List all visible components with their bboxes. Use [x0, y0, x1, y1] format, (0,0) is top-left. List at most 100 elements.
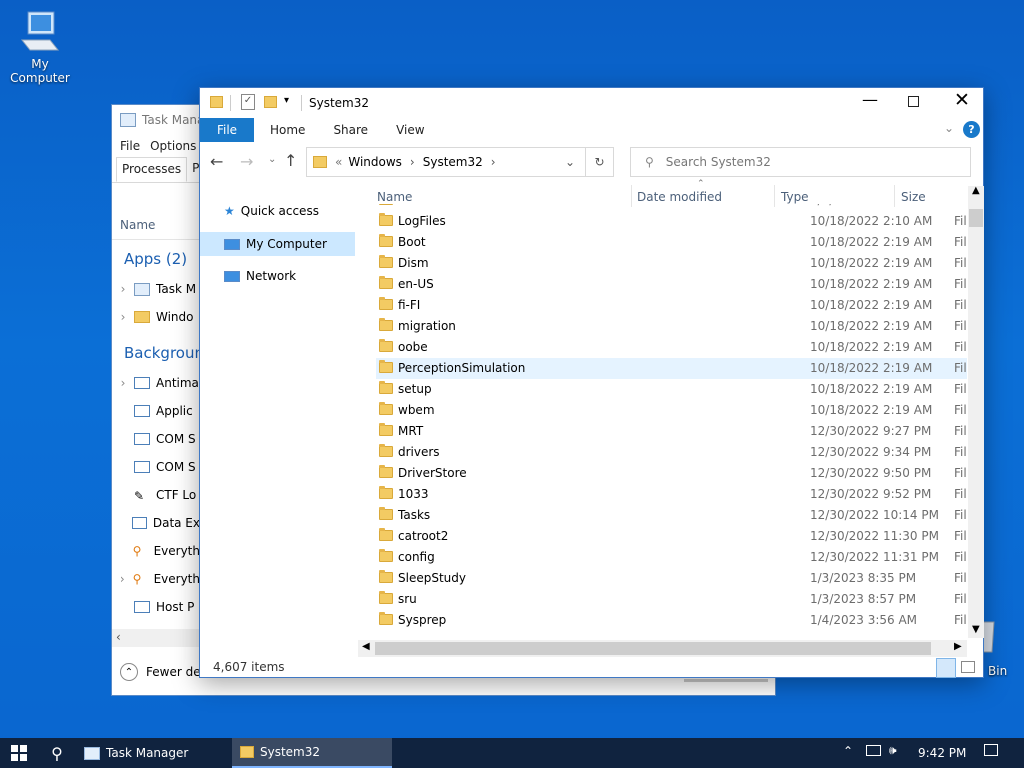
- process-row[interactable]: › ⚲ Everyth: [112, 565, 200, 593]
- file-row[interactable]: drivers 12/30/2022 9:34 PM File folder: [376, 442, 967, 463]
- volume-icon[interactable]: 🕪: [889, 743, 897, 758]
- column-header-name[interactable]: Name: [377, 190, 412, 204]
- breadcrumb-system32[interactable]: System32: [423, 155, 483, 169]
- file-row[interactable]: DriverStore 12/30/2022 9:50 PM File folder: [376, 463, 967, 484]
- forward-button[interactable]: →: [240, 152, 253, 171]
- ribbon-tab-home[interactable]: Home: [254, 118, 319, 142]
- file-row[interactable]: WinBioDatabase 5/2/2022 6:15 PM File folde…: [376, 204, 967, 211]
- help-icon[interactable]: ?: [963, 121, 980, 138]
- process-row[interactable]: Data Ex: [112, 509, 200, 537]
- vertical-scrollbar[interactable]: ▲ ▼: [968, 185, 984, 638]
- menu-file[interactable]: File: [120, 139, 140, 153]
- process-row[interactable]: ✎ CTF Lo: [112, 481, 200, 509]
- tab-processes[interactable]: Processes: [116, 157, 188, 182]
- file-row[interactable]: sru 1/3/2023 8:57 PM File folder: [376, 589, 967, 610]
- file-row[interactable]: en-US 10/18/2022 2:19 AM File folder: [376, 274, 967, 295]
- scroll-left-icon[interactable]: ◀: [362, 641, 370, 652]
- scroll-right-icon[interactable]: ▶: [954, 641, 962, 652]
- file-row[interactable]: Boot 10/18/2022 2:19 AM File folder: [376, 232, 967, 253]
- chevron-right-icon[interactable]: ›: [112, 572, 133, 586]
- process-row[interactable]: › Windo: [112, 303, 200, 331]
- file-row[interactable]: PerceptionSimulation 10/18/2022 2:19 AM Fi…: [376, 358, 967, 379]
- file-row[interactable]: oobe 10/18/2022 2:19 AM File folder: [376, 337, 967, 358]
- start-button[interactable]: [0, 738, 38, 768]
- maximize-button[interactable]: [908, 96, 919, 107]
- column-header-size[interactable]: Size: [901, 190, 926, 204]
- file-date-modified: 12/30/2022 9:50 PM: [810, 466, 932, 480]
- address-overflow[interactable]: «: [335, 155, 342, 169]
- search-input[interactable]: Search System32: [666, 155, 771, 169]
- notifications-icon[interactable]: [984, 744, 998, 756]
- taskbar-app-task-manager[interactable]: Task Manager: [76, 738, 232, 768]
- explorer-window[interactable]: ✓ ▾ System32 — ✕ File Home Share View ⌄ …: [199, 87, 984, 678]
- process-row[interactable]: COM S: [112, 425, 200, 453]
- scroll-up-icon[interactable]: ▲: [972, 185, 980, 196]
- nav-my-computer[interactable]: My Computer: [200, 232, 355, 256]
- ribbon-tab-view[interactable]: View: [382, 118, 438, 142]
- file-row[interactable]: SleepStudy 1/3/2023 8:35 PM File folder: [376, 568, 967, 589]
- show-hidden-icons-button[interactable]: ⌃: [843, 744, 853, 758]
- file-row[interactable]: Tasks 12/30/2022 10:14 PM File folder: [376, 505, 967, 526]
- nav-network[interactable]: Network: [200, 264, 355, 288]
- file-row[interactable]: Dism 10/18/2022 2:19 AM File folder: [376, 253, 967, 274]
- nav-quick-access[interactable]: ★ Quick access: [200, 199, 355, 223]
- file-type: File folder: [954, 277, 967, 291]
- process-row[interactable]: Host P: [112, 593, 200, 621]
- file-row[interactable]: setup 10/18/2022 2:19 AM File folder: [376, 379, 967, 400]
- process-row[interactable]: ⚲ Everyth: [112, 537, 200, 565]
- file-row[interactable]: wbem 10/18/2022 2:19 AM File folder: [376, 400, 967, 421]
- back-button[interactable]: ←: [210, 152, 223, 171]
- fewer-details-button[interactable]: ⌃ Fewer det: [120, 663, 205, 681]
- file-row[interactable]: fi-FI 10/18/2022 2:19 AM File folder: [376, 295, 967, 316]
- close-button[interactable]: ✕: [950, 89, 974, 111]
- ribbon-tab-share[interactable]: Share: [319, 118, 382, 142]
- chevron-right-icon[interactable]: ›: [112, 310, 134, 324]
- horizontal-scrollbar[interactable]: ‹: [112, 629, 200, 647]
- properties-icon[interactable]: ✓: [241, 94, 255, 110]
- expand-ribbon-icon[interactable]: ⌄: [944, 121, 954, 135]
- process-row[interactable]: Applic: [112, 397, 200, 425]
- scroll-thumb[interactable]: [375, 642, 931, 655]
- menu-options[interactable]: Options: [150, 139, 196, 153]
- address-dropdown-icon[interactable]: ⌄: [565, 155, 575, 169]
- search-button[interactable]: ⚲: [38, 738, 76, 768]
- file-row[interactable]: catroot2 12/30/2022 11:30 PM File folder: [376, 526, 967, 547]
- minimize-button[interactable]: —: [858, 90, 882, 109]
- large-icons-view-button[interactable]: [961, 661, 975, 673]
- ribbon-tab-file[interactable]: File: [200, 118, 254, 142]
- column-header-name[interactable]: Name: [120, 218, 155, 232]
- file-row[interactable]: config 12/30/2022 11:31 PM File folder: [376, 547, 967, 568]
- file-row[interactable]: 1033 12/30/2022 9:52 PM File folder: [376, 484, 967, 505]
- computer-icon: [20, 11, 60, 51]
- scroll-thumb[interactable]: [969, 209, 983, 227]
- desktop-icon-my-computer[interactable]: My Computer: [0, 10, 80, 85]
- details-view-button[interactable]: [936, 658, 956, 678]
- new-folder-icon[interactable]: [264, 96, 277, 108]
- taskbar-app-system32[interactable]: System32: [232, 738, 392, 768]
- column-header-type[interactable]: Type: [781, 190, 809, 204]
- scroll-down-icon[interactable]: ▼: [972, 624, 980, 635]
- process-row[interactable]: › Task M: [112, 275, 200, 303]
- file-row[interactable]: LogFiles 10/18/2022 2:10 AM File folder: [376, 211, 967, 232]
- address-bar[interactable]: « Windows › System32 › ⌄ ↻: [306, 147, 614, 177]
- breadcrumb-windows[interactable]: Windows: [348, 155, 402, 169]
- column-header-date[interactable]: Date modified: [637, 190, 722, 204]
- chevron-right-icon[interactable]: ›: [112, 376, 134, 390]
- process-row[interactable]: COM S: [112, 453, 200, 481]
- process-row[interactable]: › Antima: [112, 369, 200, 397]
- titlebar[interactable]: ✓ ▾ System32 — ✕: [200, 88, 983, 118]
- recent-locations-icon[interactable]: ⌄: [268, 154, 276, 165]
- customize-qat-icon[interactable]: ▾: [284, 95, 289, 106]
- scroll-left-icon[interactable]: ‹: [116, 630, 121, 644]
- up-button[interactable]: ↑: [284, 151, 297, 170]
- file-row[interactable]: Sysprep 1/4/2023 3:56 AM File folder: [376, 610, 967, 631]
- folder-icon: [210, 96, 223, 108]
- clock[interactable]: 9:42 PM: [918, 746, 966, 760]
- refresh-button[interactable]: ↻: [585, 148, 613, 176]
- file-row[interactable]: MRT 12/30/2022 9:27 PM File folder: [376, 421, 967, 442]
- search-box[interactable]: ⚲ Search System32: [630, 147, 971, 177]
- chevron-right-icon[interactable]: ›: [112, 282, 134, 296]
- file-row[interactable]: migration 10/18/2022 2:19 AM File folder: [376, 316, 967, 337]
- network-icon[interactable]: [866, 745, 881, 756]
- horizontal-scrollbar[interactable]: ◀ ▶: [358, 640, 967, 657]
